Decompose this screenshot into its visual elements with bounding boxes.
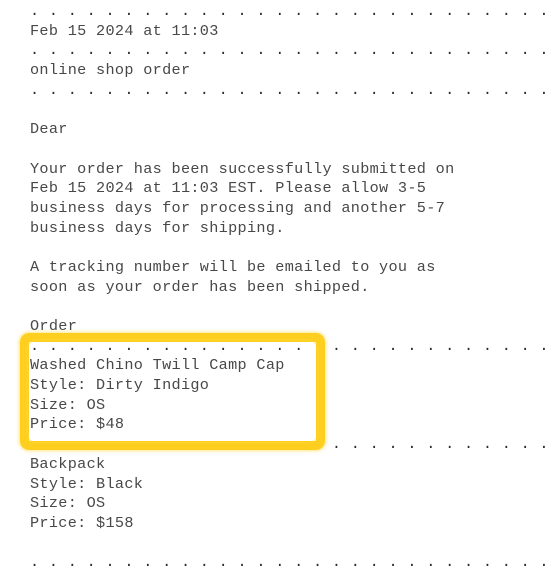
email-text-line: Price: $48 [30,415,125,434]
email-text-line: Washed Chino Twill Camp Cap [30,356,285,375]
email-text-line: Size: OS [30,395,106,414]
email-text-line: Dear [30,120,68,139]
dotted-divider: . . . . . . . . . . . . . . . . . . . . … [30,80,549,99]
email-text-line: Size: OS [30,494,106,513]
email-order-confirmation-page: . . . . . . . . . . . . . . . . . . . . … [0,0,554,571]
email-text-line: soon as your order has been shipped. [30,277,370,296]
dotted-divider: . . . . . . . . . . . . . . . . . . . . … [30,41,549,60]
email-text-line: Backpack [30,454,106,473]
email-text-line: business days for shipping. [30,218,285,237]
email-text-line: business days for processing and another… [30,198,446,217]
email-text-line: Feb 15 2024 at 11:03 EST. Please allow 3… [30,179,427,198]
email-text-line: Style: Dirty Indigo [30,376,210,395]
email-text-line: A tracking number will be emailed to you… [30,257,436,276]
email-body-text: . . . . . . . . . . . . . . . . . . . . … [0,0,554,573]
dotted-divider: . . . . . . . . . . . . . . . . . . . . … [30,553,549,572]
email-text-line: Order [30,317,78,335]
email-text-line: Style: Black [30,474,144,493]
email-text-line: Your order has been successfully submitt… [30,159,455,178]
email-text-line: Price: $158 [30,513,134,532]
dotted-divider: . . . . . . . . . . . . . . . . . . . . … [30,435,549,454]
email-text-line: online shop order [30,61,191,80]
dotted-divider: . . . . . . . . . . . . . . . . . . . . … [30,336,549,355]
dotted-divider: . . . . . . . . . . . . . . . . . . . . … [30,2,549,20]
email-text-line: Feb 15 2024 at 11:03 [30,21,219,40]
